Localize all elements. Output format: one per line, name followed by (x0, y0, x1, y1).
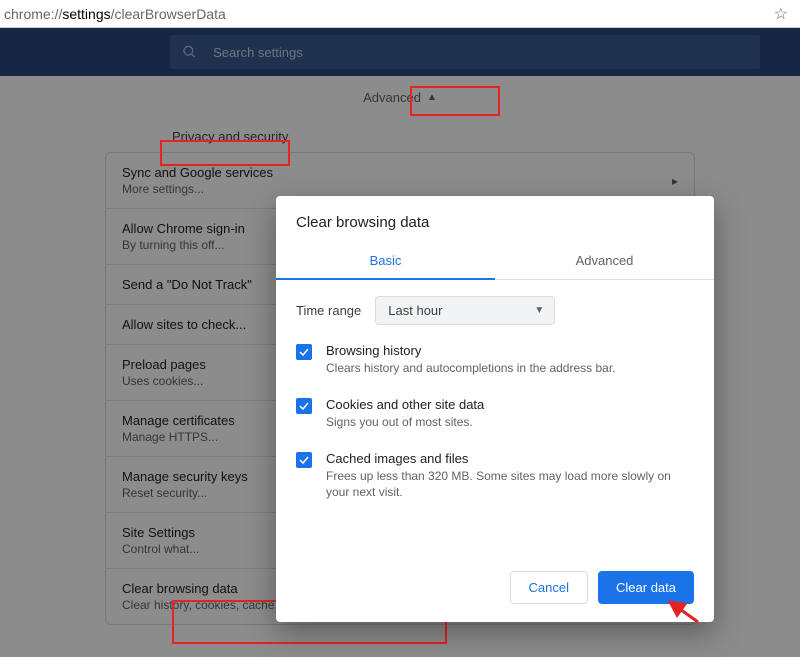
settings-header (0, 28, 800, 76)
row-subtitle: More settings... (122, 182, 672, 196)
checkbox[interactable] (296, 398, 312, 414)
search-icon (182, 44, 197, 60)
time-range-label: Time range (296, 303, 361, 318)
search-settings-field[interactable] (170, 35, 760, 69)
url-text[interactable]: chrome://settings/clearBrowserData (4, 6, 226, 22)
url-path: /clearBrowserData (111, 6, 226, 22)
chevron-up-icon: ▲ (427, 92, 437, 103)
section-heading-privacy: Privacy and security (0, 119, 800, 152)
advanced-label: Advanced (363, 90, 421, 105)
time-range-value: Last hour (388, 303, 442, 318)
tab-basic[interactable]: Basic (276, 245, 495, 280)
annotation-arrow-icon (662, 596, 702, 626)
dialog-title: Clear browsing data (276, 196, 714, 245)
row-title: Sync and Google services (122, 165, 672, 180)
checkbox[interactable] (296, 452, 312, 468)
bookmark-star-icon[interactable]: ☆ (774, 4, 788, 24)
chevron-down-icon: ▼ (534, 305, 544, 316)
dialog-tabs: Basic Advanced (276, 245, 714, 280)
option-subtitle: Frees up less than 320 MB. Some sites ma… (326, 468, 694, 502)
checkbox[interactable] (296, 344, 312, 360)
option-title: Cookies and other site data (326, 397, 484, 412)
clear-option: Cookies and other site data Signs you out… (276, 387, 714, 441)
option-title: Cached images and files (326, 451, 694, 466)
option-title: Browsing history (326, 343, 616, 358)
clear-browsing-data-dialog: Clear browsing data Basic Advanced Time … (276, 196, 714, 622)
cancel-button[interactable]: Cancel (510, 571, 588, 604)
tab-advanced[interactable]: Advanced (495, 245, 714, 279)
time-range-select[interactable]: Last hour ▼ (375, 296, 555, 325)
option-subtitle: Signs you out of most sites. (326, 414, 484, 431)
option-subtitle: Clears history and autocompletions in th… (326, 360, 616, 377)
advanced-toggle[interactable]: Advanced ▲ (363, 90, 437, 105)
chevron-right-icon: ▸ (672, 174, 678, 188)
url-host: settings (62, 6, 110, 22)
clear-option: Browsing history Clears history and autoc… (276, 333, 714, 387)
address-bar: chrome://settings/clearBrowserData ☆ (0, 0, 800, 28)
clear-option: Cached images and files Frees up less tha… (276, 441, 714, 512)
url-scheme: chrome:// (4, 6, 62, 22)
search-input[interactable] (213, 45, 748, 60)
